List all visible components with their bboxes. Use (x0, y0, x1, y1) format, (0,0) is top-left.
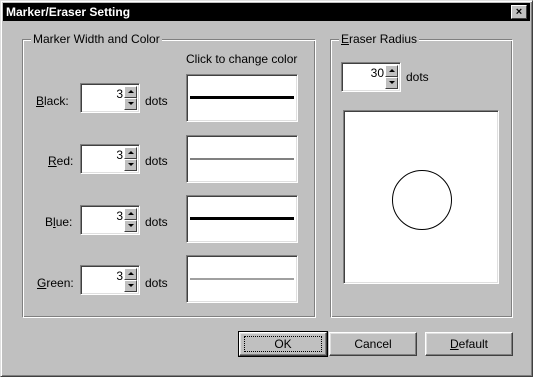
cancel-button-label: Cancel (354, 337, 392, 351)
black-width-down-arrow-icon[interactable] (124, 98, 137, 110)
default-button[interactable]: Default (425, 332, 513, 356)
eraser-preview (343, 110, 499, 284)
black-width-up-arrow-icon[interactable] (124, 86, 137, 98)
eraser-radius-value[interactable]: 30 (371, 66, 384, 80)
blue-width-up-arrow-icon[interactable] (124, 208, 137, 220)
marker-group-label: Marker Width and Color (31, 32, 162, 46)
ok-button[interactable]: OK (238, 331, 328, 357)
green-width-down-arrow-icon[interactable] (124, 280, 137, 292)
green-line-sample (190, 278, 294, 280)
marker-eraser-dialog: Marker/Eraser Setting × Marker Width and… (0, 0, 533, 377)
black-unit-label: dots (145, 94, 168, 108)
blue-label: Blue: (45, 215, 73, 229)
blue-width-down-arrow-icon[interactable] (124, 220, 137, 232)
title-bar[interactable]: Marker/Eraser Setting × (3, 3, 530, 21)
black-width-value[interactable]: 3 (116, 87, 123, 101)
cancel-button[interactable]: Cancel (329, 332, 417, 356)
eraser-radius-down-arrow-icon[interactable] (385, 77, 398, 89)
black-width-spinner[interactable]: 3 (80, 83, 140, 113)
green-width-value[interactable]: 3 (116, 269, 123, 283)
blue-color-swatch[interactable] (186, 195, 298, 243)
close-button[interactable]: × (511, 5, 527, 19)
eraser-group-label: Eraser Radius (339, 32, 420, 46)
eraser-radius-spinner[interactable]: 30 (341, 62, 401, 92)
red-line-sample (190, 158, 294, 160)
close-icon: × (515, 6, 523, 18)
black-label: Black: (36, 94, 69, 108)
ok-button-label: OK (244, 336, 322, 352)
blue-unit-label: dots (145, 215, 168, 229)
blue-line-sample (190, 217, 294, 220)
red-width-value[interactable]: 3 (116, 148, 123, 162)
eraser-circle-icon (392, 170, 452, 230)
green-width-spinner[interactable]: 3 (80, 265, 140, 295)
green-label: Green: (37, 276, 74, 290)
eraser-radius-up-arrow-icon[interactable] (385, 65, 398, 77)
red-label: Red: (48, 154, 74, 168)
red-width-up-arrow-icon[interactable] (124, 147, 137, 159)
green-unit-label: dots (145, 276, 168, 290)
red-color-swatch[interactable] (186, 135, 298, 183)
eraser-unit-label: dots (406, 70, 429, 84)
blue-width-spinner[interactable]: 3 (80, 205, 140, 235)
blue-width-value[interactable]: 3 (116, 209, 123, 223)
red-width-spinner[interactable]: 3 (80, 144, 140, 174)
color-hint: Click to change color (186, 52, 298, 66)
red-unit-label: dots (145, 154, 168, 168)
black-color-swatch[interactable] (186, 74, 298, 122)
green-color-swatch[interactable] (186, 255, 298, 303)
black-line-sample (190, 96, 294, 99)
window-title: Marker/Eraser Setting (6, 5, 131, 19)
green-width-up-arrow-icon[interactable] (124, 268, 137, 280)
red-width-down-arrow-icon[interactable] (124, 159, 137, 171)
default-button-label: Default (449, 337, 489, 351)
